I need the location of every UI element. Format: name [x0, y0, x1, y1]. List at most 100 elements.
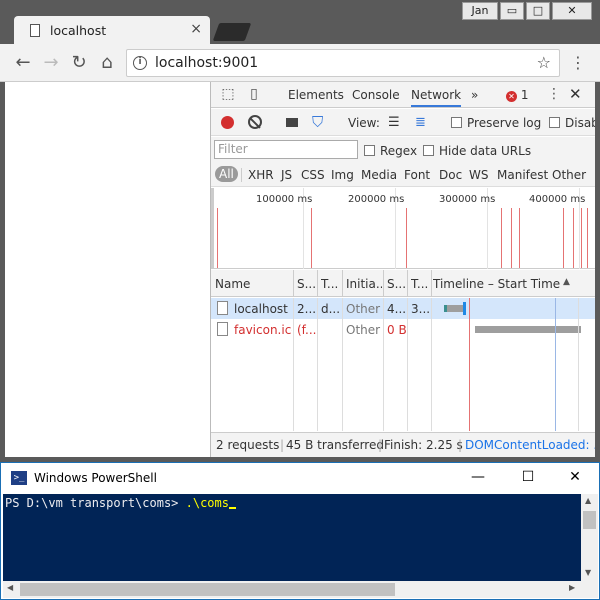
scrollbar-thumb[interactable]: [20, 583, 395, 596]
inspect-element-icon[interactable]: ⬚: [219, 86, 237, 104]
checkbox-icon: [549, 117, 560, 128]
maximize-button[interactable]: □: [526, 2, 550, 20]
forward-icon[interactable]: →: [40, 52, 62, 73]
tab-close-icon[interactable]: ×: [190, 21, 202, 37]
overview-icon[interactable]: ≣: [415, 115, 426, 130]
error-counter[interactable]: ✕ 1: [506, 88, 528, 102]
hide-data-urls-checkbox[interactable]: Hide data URLs: [423, 144, 531, 158]
overview-handle[interactable]: [211, 188, 214, 269]
tab-elements[interactable]: Elements: [288, 88, 344, 102]
minimize-button[interactable]: ▭: [500, 2, 524, 20]
devtools-close-icon[interactable]: ✕: [569, 85, 582, 103]
devtools-menu-icon[interactable]: ⋮: [547, 86, 561, 102]
type-filter-img[interactable]: Img: [331, 168, 354, 182]
minimize-button[interactable]: —: [468, 469, 488, 485]
request-name[interactable]: favicon.ico: [234, 323, 292, 337]
column-type[interactable]: T...: [321, 277, 341, 291]
divider: [578, 298, 579, 431]
powershell-window: >_ Windows PowerShell — ☐ ✕ PS D:\vm tra…: [0, 462, 600, 600]
horizontal-scrollbar[interactable]: ◀ ▶: [3, 581, 581, 598]
home-icon[interactable]: ⌂: [96, 52, 118, 73]
reload-icon[interactable]: ↻: [68, 52, 90, 73]
column-name[interactable]: Name: [215, 277, 291, 291]
divider: [342, 270, 343, 297]
event-marker: [519, 208, 520, 268]
info-icon[interactable]: i: [133, 56, 147, 70]
scroll-left-icon[interactable]: ◀: [7, 583, 13, 592]
url-text[interactable]: localhost:9001: [155, 55, 258, 71]
column-timeline[interactable]: Timeline – Start Time: [433, 277, 561, 291]
filter-input[interactable]: Filter: [214, 140, 358, 159]
type-filter-font[interactable]: Font: [404, 168, 430, 182]
document-icon: [217, 322, 228, 336]
scroll-up-icon[interactable]: ▲: [585, 496, 591, 505]
browser-titlebar: localhost × Jan ▭ □ ✕: [0, 0, 600, 46]
powershell-titlebar[interactable]: >_ Windows PowerShell — ☐ ✕: [1, 463, 599, 494]
type-filter-js[interactable]: JS: [281, 168, 292, 182]
requests-table-header: Name S... T... Initia... S... T... Timel…: [211, 270, 595, 297]
clear-icon[interactable]: [248, 115, 262, 129]
resource-type-filters: All XHR JS CSS Img Media Font Doc WS Man…: [211, 163, 595, 187]
browser-tab[interactable]: localhost ×: [14, 16, 210, 46]
waterfall-download-bar: [463, 302, 466, 315]
filter-icon[interactable]: ⛉: [312, 113, 323, 131]
column-status[interactable]: S...: [297, 277, 317, 291]
type-filter-media[interactable]: Media: [361, 168, 397, 182]
command-line[interactable]: PS D:\vm transport\coms> .\coms: [5, 496, 236, 510]
column-size[interactable]: S...: [387, 277, 407, 291]
new-tab-button[interactable]: [212, 23, 252, 41]
scrollbar-thumb[interactable]: [583, 511, 596, 529]
waterfall-bar: [447, 305, 463, 312]
device-toolbar-icon[interactable]: ▯: [245, 86, 263, 104]
chrome-menu-icon[interactable]: ⋮: [570, 53, 586, 72]
divider: [342, 298, 343, 431]
type-filter-xhr[interactable]: XHR: [248, 168, 274, 182]
type-filter-other[interactable]: Other: [552, 168, 586, 182]
type-filter-doc[interactable]: Doc: [439, 168, 462, 182]
more-tabs-icon[interactable]: »: [471, 88, 478, 102]
scroll-down-icon[interactable]: ▼: [585, 568, 591, 577]
close-window-button[interactable]: ✕: [565, 469, 585, 485]
column-initiator[interactable]: Initia...: [346, 277, 382, 291]
screenshot-icon[interactable]: [286, 118, 298, 127]
vertical-scrollbar[interactable]: ▲ ▼: [581, 494, 598, 581]
column-time[interactable]: T...: [411, 277, 431, 291]
close-window-button[interactable]: ✕: [552, 2, 592, 20]
preserve-log-checkbox[interactable]: Preserve log: [451, 116, 541, 130]
text-cursor: [228, 507, 236, 509]
timeline-overview[interactable]: 100000 ms 200000 ms 300000 ms 400000 ms: [211, 188, 595, 269]
divider: |: [458, 438, 463, 452]
devtools-tabbar: ⬚ ▯ Elements Console Network » ✕ 1 ⋮ ✕: [211, 82, 595, 108]
request-initiator: Other: [346, 323, 381, 337]
prompt-text: PS D:\vm transport\coms>: [5, 496, 186, 510]
table-row[interactable]: favicon.ico (f... Other 0 B: [211, 319, 595, 340]
event-marker: [501, 208, 502, 268]
type-filter-css[interactable]: CSS: [301, 168, 325, 182]
bookmark-star-icon[interactable]: ☆: [537, 53, 551, 72]
tab-network[interactable]: Network: [411, 88, 462, 107]
scrollbar-corner: [581, 581, 598, 598]
table-row[interactable]: localhost 2... d... Other 4... 3...: [211, 298, 595, 319]
divider: [383, 298, 384, 431]
divider: [407, 270, 408, 297]
record-icon[interactable]: [221, 116, 234, 129]
address-bar[interactable]: i localhost:9001 ☆: [126, 49, 560, 77]
console-area[interactable]: PS D:\vm transport\coms> .\coms: [3, 494, 581, 581]
event-marker: [406, 208, 407, 268]
profile-button[interactable]: Jan: [462, 2, 498, 20]
maximize-button[interactable]: ☐: [518, 469, 538, 485]
large-rows-icon[interactable]: ☰: [388, 115, 400, 130]
type-filter-all[interactable]: All: [215, 166, 238, 182]
tab-console[interactable]: Console: [352, 88, 400, 102]
overview-label: 300000 ms: [439, 194, 496, 205]
divider: [407, 298, 408, 431]
type-filter-ws[interactable]: WS: [469, 168, 488, 182]
scroll-right-icon[interactable]: ▶: [569, 583, 575, 592]
back-icon[interactable]: ←: [12, 52, 34, 73]
sort-ascending-icon[interactable]: ▲: [563, 277, 570, 287]
type-filter-manifest[interactable]: Manifest: [497, 168, 548, 182]
request-name[interactable]: localhost: [234, 302, 292, 316]
request-size: 4...: [387, 302, 407, 316]
regex-checkbox[interactable]: Regex: [364, 144, 417, 158]
disable-cache-checkbox[interactable]: Disab: [549, 116, 595, 130]
